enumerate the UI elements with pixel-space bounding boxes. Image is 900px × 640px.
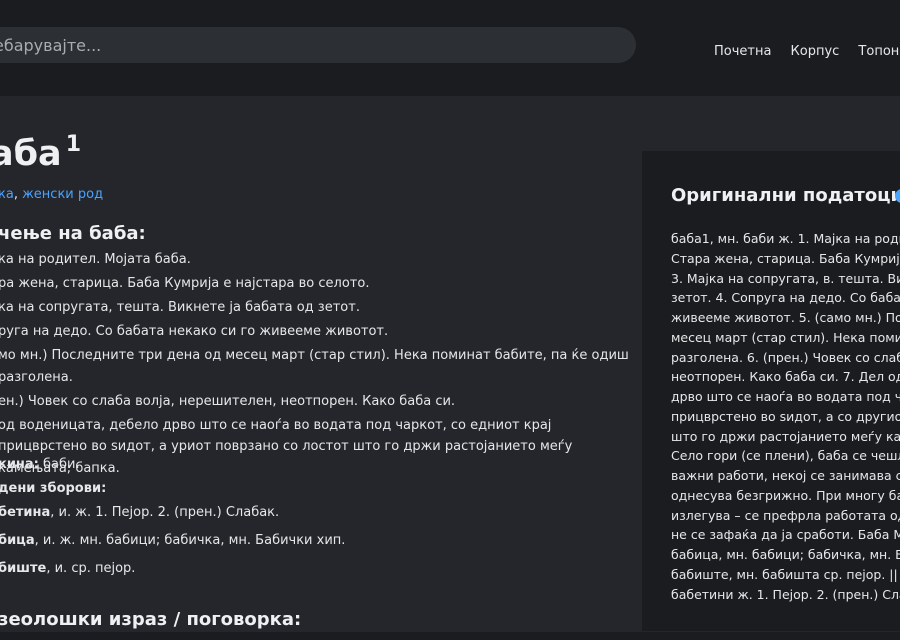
original-line: баба1, мн. баби ж. 1. Мајка на родител xyxy=(671,231,900,246)
pos-link-gender[interactable]: женски род xyxy=(22,187,103,202)
original-line: бабетини ж. 1. Пејор. 2. (прен.) Слабак. xyxy=(671,586,900,602)
derived-heading: дени зборови: xyxy=(0,481,106,496)
headword-text: аба xyxy=(0,134,62,174)
plural-value: баби. xyxy=(38,457,80,472)
derived-word-row: биште, и. ср. пејор. xyxy=(0,561,135,576)
nav-link-corpus[interactable]: Корпус xyxy=(791,44,840,59)
sense-item: од воденицата, дебело дрво што се наоѓа … xyxy=(0,417,573,476)
search-box[interactable] xyxy=(0,27,636,63)
sense-item: мо мн.) Последните три дена од месец мар… xyxy=(0,348,629,385)
derived-word: бица xyxy=(0,533,35,548)
sense-item: ка на родител. Мојата баба. xyxy=(0,252,191,267)
original-line: разголена. 6. (прен.) Човек со слаба во xyxy=(671,349,900,365)
original-line: Село гори (се плени), баба се чешла – xyxy=(671,448,900,464)
original-line: што го држи растојанието меѓу камењ xyxy=(671,428,900,444)
original-data-panel: Оригинални податоци: баба1, мн. баби ж. … xyxy=(642,151,900,631)
nav-link-toponyms[interactable]: Топоними xyxy=(858,44,900,59)
original-line: неотпорен. Како баба си. 7. Дел од вод xyxy=(671,369,900,385)
derived-word-row: бетина, и. ж. 1. Пејор. 2. (прен.) Слаба… xyxy=(0,505,279,520)
original-line: бабиште, мн. бабишта ср. пејор. || бабе xyxy=(671,566,900,582)
pos-link-category[interactable]: ка xyxy=(0,187,14,202)
part-of-speech: ка, женски род xyxy=(0,187,103,202)
plural-row: кина: баби. xyxy=(0,457,80,472)
top-bar: Почетна Корпус Топоними xyxy=(0,0,900,96)
original-line: живееме животот. 5. (само мн.) Послед xyxy=(671,310,900,325)
derived-word-info: , и. ж. мн. бабици; бабичка, мн. Бабички… xyxy=(34,533,346,548)
original-line: месец март (стар стил). Нека поминат б xyxy=(671,329,900,345)
bottom-strip xyxy=(0,632,900,640)
derived-word: биште xyxy=(0,561,47,576)
nav-link-home[interactable]: Почетна xyxy=(714,44,771,59)
original-line: однесува безгрижно. При многу баби, xyxy=(671,487,900,503)
entry-content: аба 1 ка, женски род чење на баба: ка на … xyxy=(0,96,640,640)
derived-word-row: бица, и. ж. мн. бабици; бабичка, мн. Баб… xyxy=(0,533,345,548)
original-line: зетот. 4. Сопруга на дедо. Со бабата не xyxy=(671,290,900,306)
page-title: аба 1 xyxy=(0,132,81,174)
sense-item: ка на сопругата, тешта. Викнете ја бабат… xyxy=(0,300,360,315)
derived-word-info: , и. ср. пејор. xyxy=(46,561,136,576)
headword-superscript: 1 xyxy=(65,132,81,157)
derived-word: бетина xyxy=(0,505,51,520)
plural-label: кина: xyxy=(0,457,39,472)
main-nav: Почетна Корпус Топоними xyxy=(714,40,900,59)
sense-item: ен.) Човек со слаба волја, нерешителен, … xyxy=(0,393,456,409)
original-line: прицврстено во ѕидот, а со другиот по xyxy=(671,408,900,424)
panel-title: Оригинални податоци: xyxy=(671,185,900,206)
original-line: 3. Мајка на сопругата, в. тешта. Викнет xyxy=(671,270,900,286)
original-line: важни работи, некој се занимава со не xyxy=(671,468,900,483)
sense-item: ра жена, старица. Баба Кумрија е најстар… xyxy=(0,276,370,291)
derived-word-info: , и. ж. 1. Пејор. 2. (прен.) Слабак. xyxy=(50,505,280,520)
original-line: не се зафаќа да ја сработи. Баба Марта xyxy=(671,527,900,543)
pos-separator: , xyxy=(13,187,23,202)
meaning-heading: чење на баба: xyxy=(0,223,146,244)
original-line: бабица, мн. бабици; бабичка, мн. Баби xyxy=(671,547,900,562)
derived-heading-text: дени зборови: xyxy=(0,481,107,496)
original-line: Стара жена, старица. Баба Кумрија е на xyxy=(671,250,900,266)
original-line: дрво што се наоѓа во водата под чарко xyxy=(671,389,900,404)
original-line: излегува – се префрла работата од еде xyxy=(671,507,900,523)
search-input[interactable] xyxy=(0,27,594,63)
phrase-heading: зеолошки израз / поговорка: xyxy=(0,609,302,630)
original-data-text: баба1, мн. баби ж. 1. Мајка на родител С… xyxy=(671,229,900,604)
sense-item: руга на дедо. Со бабата некако си го жив… xyxy=(0,324,389,339)
sense-list: ка на родител. Мојата баба. ра жена, ста… xyxy=(0,249,633,482)
